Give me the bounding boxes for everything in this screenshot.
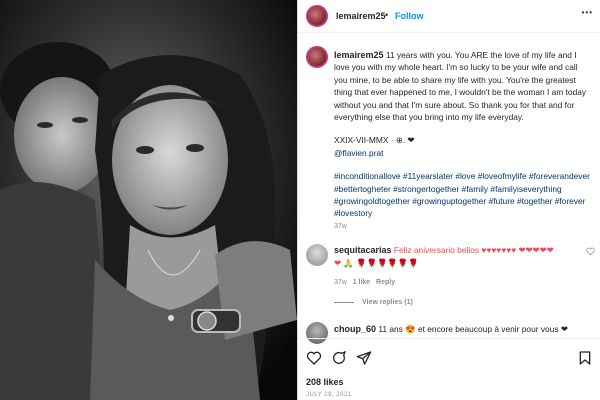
reply-button[interactable]: Reply: [376, 279, 395, 286]
view-replies-label[interactable]: View replies (1): [362, 299, 413, 306]
caption-date-line: XXIX-VII-MMX · ⊕. ❤: [334, 135, 415, 146]
comment-avatar[interactable]: [306, 244, 328, 266]
comment-username[interactable]: sequitacarias: [334, 245, 392, 255]
caption-age: 37w: [334, 223, 347, 230]
comment-item-2: choup_60 11 ans 😍 et encore beaucoup à v…: [334, 323, 596, 337]
comment-text: Feliz aniversario bellos ♥♥♥♥♥♥♥ ❤❤❤❤❤: [393, 245, 554, 255]
caption-body: lemairem25 11 years with you. You ARE th…: [334, 49, 592, 123]
follow-button[interactable]: Follow: [395, 11, 424, 21]
caption-mention[interactable]: @flavien.prat: [334, 147, 592, 159]
share-icon[interactable]: [356, 350, 372, 366]
comment-item: sequitacarias Feliz aniversario bellos ♥…: [334, 244, 596, 270]
post-panel: lemairem25 • Follow ••• lemairem25 11 ye…: [297, 0, 600, 400]
couple-photo-image: [0, 0, 297, 400]
comment-like-heart-icon[interactable]: [586, 247, 595, 256]
view-replies-line: [334, 301, 354, 303]
comment-text-line2: ❤ 🙏 🌹🌹🌹🌹🌹🌹: [334, 258, 419, 268]
comment-meta: 37w 1 like Reply: [334, 279, 395, 286]
view-replies[interactable]: View replies (1): [334, 299, 413, 306]
post-date: JULY 29, 2021: [306, 392, 352, 398]
post-photo[interactable]: [0, 0, 297, 400]
more-options-icon[interactable]: •••: [582, 8, 593, 17]
comment-icon[interactable]: [331, 350, 347, 366]
bookmark-icon[interactable]: [577, 350, 593, 366]
author-avatar[interactable]: [306, 5, 328, 27]
comment-username-2[interactable]: choup_60: [334, 324, 376, 334]
comment-age: 37w: [334, 279, 347, 286]
heart-icon[interactable]: [306, 350, 322, 366]
header-separator: •: [385, 10, 389, 20]
caption-text: 11 years with you. You ARE the love of m…: [334, 50, 587, 123]
post-caption: lemairem25 11 years with you. You ARE th…: [334, 49, 592, 220]
caption-username[interactable]: lemairem25: [334, 50, 384, 60]
author-username[interactable]: lemairem25: [336, 11, 386, 21]
caption-hashtags[interactable]: #inconditionallove #11yearslater #love #…: [334, 170, 592, 220]
post-actions-bar: [298, 338, 600, 379]
like-count[interactable]: 208 likes: [306, 377, 344, 387]
caption-avatar[interactable]: [306, 46, 328, 68]
comment-text-2: 11 ans 😍 et encore beaucoup à venir pour…: [378, 324, 568, 334]
post-header: lemairem25 • Follow •••: [298, 0, 600, 33]
comment-like-count[interactable]: 1 like: [353, 279, 371, 286]
